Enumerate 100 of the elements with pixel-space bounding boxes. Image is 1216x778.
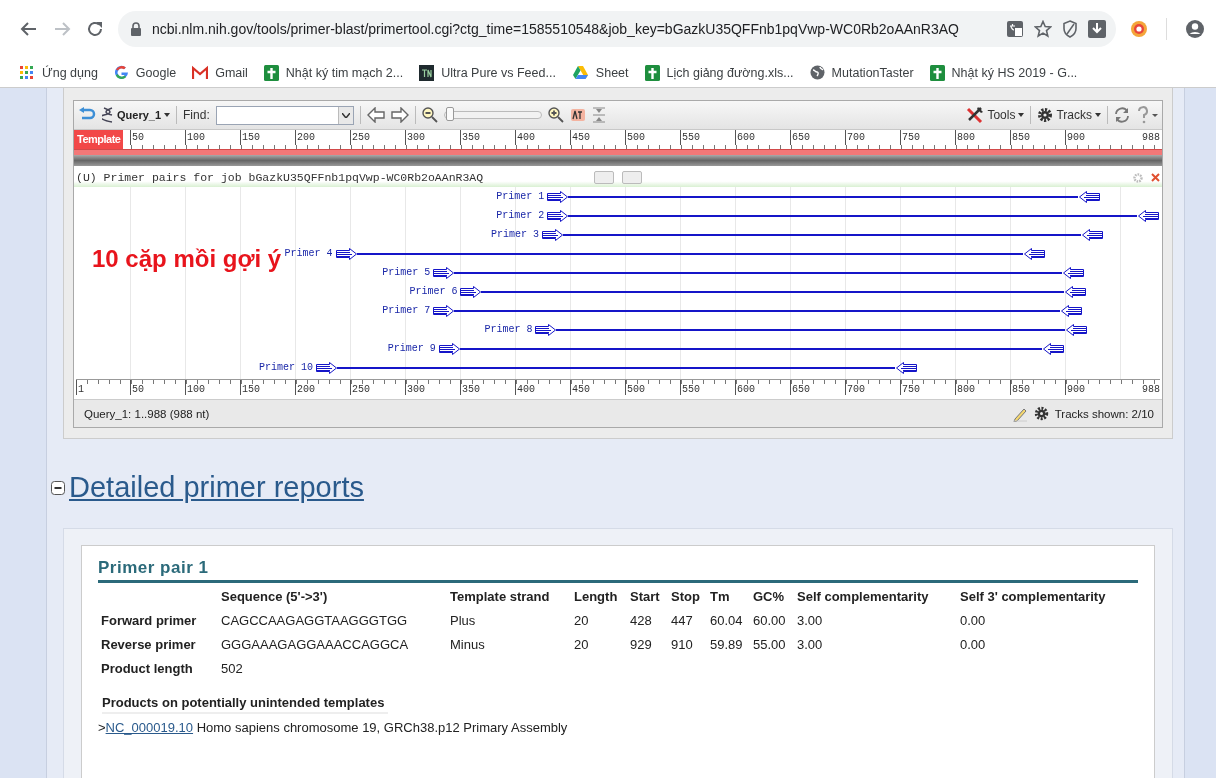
primer-label: Primer 1 [496, 191, 545, 202]
table-cell-text: 0.00 [960, 637, 987, 654]
table-cell-text: 3.00 [797, 613, 824, 630]
tracks-menu-button[interactable]: Tracks [1037, 107, 1101, 123]
bookmark[interactable]: Lịch giảng đường.xls... [644, 64, 794, 81]
primer-label: Primer 10 [259, 362, 313, 373]
table-cell-text: 55.00 [753, 637, 787, 654]
ruler-tick-label: 350 [460, 380, 515, 395]
primer-label: Primer 8 [484, 324, 533, 335]
primer-label: Primer 6 [409, 286, 458, 297]
primer-label: Primer 2 [496, 210, 545, 221]
track-title: (U) Primer pairs for job bGazkU35QFFnb1pqVwp-WC0Rb2oAAnR3AQ [76, 171, 485, 184]
ruler-tick-label: 850 [1010, 380, 1065, 395]
table-cell-text: Minus [450, 637, 486, 654]
column-header: Sequence (5'->3') [221, 589, 329, 606]
ruler-tick-label: 800 [955, 130, 1010, 145]
collapse-icon[interactable] [591, 107, 606, 123]
bookmark[interactable]: Gmail [192, 64, 248, 81]
star-icon[interactable] [1034, 20, 1052, 38]
sequence-icon[interactable] [569, 108, 586, 122]
primer-label: Primer 7 [382, 305, 431, 316]
ruler-tick-label: 850 [1010, 130, 1065, 145]
accession-link[interactable]: NC_000019.10 [105, 720, 194, 735]
profile-icon[interactable] [1185, 19, 1205, 39]
ruler-tick-label: 350 [460, 130, 515, 145]
zoom-out-icon[interactable] [421, 107, 438, 123]
bookmark[interactable]: Ultra Pure vs Feed... [419, 64, 556, 81]
ruler-tick-label: 600 [735, 380, 790, 395]
google-icon [113, 65, 129, 80]
query-menu-button[interactable]: Query_1 [102, 106, 171, 124]
table-cell-text: 0.00 [960, 613, 987, 630]
primer-label: Primer 9 [387, 343, 436, 354]
ruler-tick-label: 50 [130, 130, 185, 145]
shield-icon[interactable] [1062, 20, 1078, 38]
zoom-slider-thumb[interactable] [446, 107, 455, 121]
ruler-tick-label: 300 [405, 380, 460, 395]
table-cell-text: 428 [630, 613, 653, 630]
column-header: Length [574, 589, 619, 606]
zoom-in-icon[interactable] [547, 107, 564, 123]
annotation-text: 10 cặp mồi gợi ý [92, 245, 282, 273]
table-cell-text: 447 [671, 613, 694, 630]
bookmark[interactable]: Nhật ký tim mạch 2... [263, 64, 404, 81]
ruler-tick-label: 100 [185, 380, 240, 395]
table-cell-text: GGGAAAGAGGAAACCAGGCA [221, 637, 410, 654]
ruler-tick-label: 150 [240, 130, 295, 145]
column-header: Start [630, 589, 661, 606]
refresh-icon[interactable] [1114, 107, 1130, 123]
close-icon[interactable] [1151, 173, 1160, 182]
bookmark[interactable]: Google [113, 65, 177, 80]
section-heading-link[interactable]: Detailed primer reports [69, 471, 364, 504]
ruler-tick-label: 450 [570, 130, 625, 145]
find-field[interactable] [215, 105, 354, 125]
collapse-minus-icon[interactable] [51, 480, 65, 495]
primer-label: Primer 5 [382, 267, 431, 278]
dropdown-caret-icon [341, 112, 350, 118]
bookmark[interactable]: MutationTaster [809, 65, 914, 80]
lock-icon [130, 22, 142, 36]
sheets-icon [263, 64, 279, 81]
reload-icon[interactable] [86, 20, 104, 38]
translate-icon[interactable] [1006, 20, 1024, 38]
download-icon[interactable] [1088, 20, 1106, 38]
hammer-icon [966, 106, 985, 124]
apps-icon [19, 64, 35, 81]
status-text: Query_1: 1..988 (988 nt) [84, 407, 210, 420]
subsection-title: Products on potentially unintended templates [102, 695, 389, 714]
gear-icon[interactable] [1033, 406, 1049, 421]
table-cell-text: Plus [450, 613, 477, 630]
find-label: Find: [183, 108, 210, 122]
address-bar[interactable]: ncbi.nlm.nih.gov/tools/primer-blast/primertool.cgi?ctg_time=1585510548&job_key=bGazkU35QFFnb1pqVwp-WC0Rb2oAAnR3AQ [118, 11, 1116, 47]
bookmark[interactable]: Nhật ký HS 2019 - G... [929, 64, 1078, 81]
back-icon[interactable] [20, 20, 38, 38]
ruler-tick-label: 988 [1141, 383, 1160, 395]
sheets-icon [644, 64, 660, 81]
template-label: Template [74, 130, 124, 149]
tools-menu-button[interactable]: Tools [966, 106, 1025, 124]
ruler-tick-label: 900 [1065, 380, 1120, 395]
pair-title: Primer pair 1 [98, 558, 1138, 583]
ruler-tick-label: 1 [76, 380, 130, 395]
column-header: GC% [753, 589, 786, 606]
table-cell-text: 3.00 [797, 637, 824, 654]
table-cell-text: 929 [630, 637, 653, 654]
right-arrow-icon[interactable] [390, 107, 409, 123]
table-cell-text: 502 [221, 661, 244, 678]
sheets-icon [929, 64, 945, 81]
row-header: Forward primer [101, 613, 198, 630]
bookmark[interactable]: Ứng dụng [19, 64, 98, 81]
ruler-tick-label: 750 [900, 130, 955, 145]
ruler-tick-label: 200 [295, 380, 350, 395]
extension-icon[interactable] [1130, 20, 1148, 38]
ruler-tick-label: 450 [570, 380, 625, 395]
table-cell-text: 20 [574, 637, 590, 654]
bookmark[interactable]: Sheet [571, 65, 629, 80]
primer-label: Primer 4 [284, 248, 333, 259]
ruler-tick-label: 50 [130, 380, 185, 395]
help-icon[interactable] [1136, 106, 1158, 124]
ruler-tick-label: 988 [1141, 131, 1160, 145]
ruler-tick-label: 250 [350, 380, 405, 395]
column-header: Template strand [450, 589, 551, 606]
table-cell-text: 60.00 [753, 613, 787, 630]
left-arrow-icon[interactable] [366, 107, 385, 123]
